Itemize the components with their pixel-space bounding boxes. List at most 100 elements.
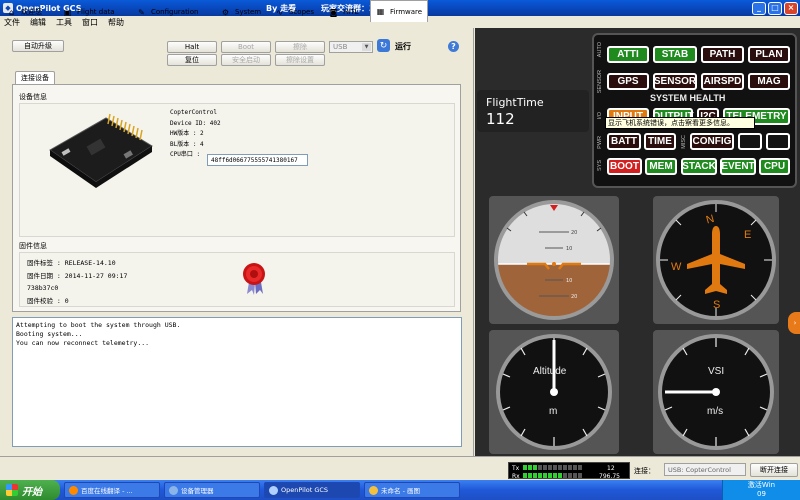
health-tooltip: 显示飞机系统错误，点击察看更多信息。 xyxy=(605,117,755,129)
health-atti[interactable]: ATTI xyxy=(607,46,649,63)
compass-gauge: N E S W xyxy=(656,200,776,320)
tab-label: Flight data xyxy=(77,8,115,16)
task-label: 未命名 - 画图 xyxy=(381,487,420,495)
halt-button[interactable]: Halt xyxy=(167,41,217,53)
connection-select[interactable]: USB: CopterControl xyxy=(664,463,746,476)
health-stab[interactable]: STAB xyxy=(653,46,697,63)
health-batt[interactable]: BATT xyxy=(607,133,641,150)
tx-value: 12 xyxy=(607,465,615,472)
pitch-tick-label: 20 xyxy=(571,294,577,300)
compass-e: E xyxy=(744,229,751,241)
wrench-icon: ✎ xyxy=(138,7,145,17)
taskbar-item[interactable]: 未命名 - 画图 xyxy=(364,482,460,498)
minimize-button[interactable]: _ xyxy=(752,1,766,15)
tab-system[interactable]: ⚙ System xyxy=(216,3,266,21)
io-side-label: I/O xyxy=(597,112,603,120)
taskbar-item[interactable]: 设备管理器 xyxy=(164,482,260,498)
sys-side-label: SYS xyxy=(597,160,603,172)
health-stack[interactable]: STACK xyxy=(681,158,717,175)
scope-icon: ∿ xyxy=(276,7,283,17)
refresh-icon[interactable]: ↻ xyxy=(377,39,390,52)
taskbar-item[interactable]: 百度在线翻译 - ... xyxy=(64,482,160,498)
bl-version: BL版本 : 4 xyxy=(170,140,204,148)
tab-connected-device[interactable]: 连接设备 xyxy=(15,71,55,84)
certified-seal-icon xyxy=(241,262,267,296)
flight-data-icon: ▣ xyxy=(63,7,72,17)
tab-label: System xyxy=(235,8,262,16)
openpilot-icon xyxy=(269,485,278,495)
home-icon: ⌂ xyxy=(8,7,15,17)
disconnect-button[interactable]: 断开连接 xyxy=(750,463,798,477)
health-plan[interactable]: PLAN xyxy=(748,46,790,63)
erase-button[interactable]: 擦除 xyxy=(275,41,325,53)
compass-w: W xyxy=(671,261,682,273)
system-tray: 激活Win 09 xyxy=(722,480,800,500)
health-misc-slot-2[interactable] xyxy=(766,133,790,150)
health-mag[interactable]: MAG xyxy=(748,73,790,90)
reset-button[interactable]: 复位 xyxy=(167,54,217,66)
firmware-date: 固件日期 : 2014-11-27 09:17 xyxy=(27,271,128,280)
windows-logo-icon xyxy=(6,484,18,496)
health-time[interactable]: TIME xyxy=(644,133,676,150)
health-cpu[interactable]: CPU xyxy=(759,158,790,175)
port-select[interactable]: USB ▼ xyxy=(329,41,373,53)
sensor-side-label: SENSOR xyxy=(597,70,603,94)
board-image xyxy=(44,110,156,192)
tab-label: Configuration xyxy=(151,8,199,16)
taskbar-item-active[interactable]: OpenPilot GCS xyxy=(264,482,360,498)
telemetry-monitor: Tx Rx 12 796.75 xyxy=(508,462,630,480)
health-misc-slot-1[interactable] xyxy=(738,133,762,150)
tab-welcome[interactable]: ⌂ 欢迎您 xyxy=(2,3,54,21)
tab-label: 欢迎您 xyxy=(21,8,42,16)
safe-boot-button[interactable]: 安全启动 xyxy=(221,54,271,66)
health-sensor[interactable]: SENSOR xyxy=(653,73,697,90)
health-event[interactable]: EVENT xyxy=(720,158,756,175)
firmware-hash: 738b37c0 xyxy=(27,284,59,292)
tab-firmware[interactable]: ▦ Firmware xyxy=(370,0,428,22)
tab-flight-data[interactable]: ▣ Flight data xyxy=(58,3,128,21)
device-name: CopterControl xyxy=(170,109,217,116)
paint-icon xyxy=(369,485,378,495)
start-button[interactable]: 开始 xyxy=(0,480,60,500)
firmware-info-title: 固件信息 xyxy=(19,242,47,250)
hw-version: HW版本 : 2 xyxy=(170,130,204,137)
firmware-tag: 固件标签 : RELEASE-14.10 xyxy=(27,259,116,267)
health-path[interactable]: PATH xyxy=(701,46,744,63)
run-label: 运行 xyxy=(395,42,411,51)
clear-settings-button[interactable]: 擦除设置 xyxy=(275,54,325,66)
rx-value: 796.75 xyxy=(599,473,620,480)
attitude-indicator: 20 10 10 20 xyxy=(494,200,614,320)
firmware-details: 固件标签 : RELEASE-14.10 固件日期 : 2014-11-27 0… xyxy=(27,257,127,307)
tab-hitl[interactable]: ◙ HITL xyxy=(324,3,368,21)
health-boot[interactable]: BOOT xyxy=(607,158,642,175)
browser-icon xyxy=(69,485,78,495)
vsi-gauge: VSI m/s xyxy=(658,334,774,450)
tray-clock: 09 xyxy=(757,490,766,498)
start-label: 开始 xyxy=(22,486,42,498)
auto-side-label: AUTO xyxy=(597,42,603,58)
side-handle-icon[interactable]: › xyxy=(788,312,800,334)
console-line: Booting system... xyxy=(16,330,83,338)
help-icon[interactable]: ? xyxy=(448,41,459,52)
health-gps[interactable]: GPS xyxy=(607,73,649,90)
cpu-serial-field[interactable]: 48ff6d066775555741380167 xyxy=(207,154,308,166)
vsi-label: VSI xyxy=(708,366,724,377)
close-button[interactable]: × xyxy=(784,1,798,15)
health-mem[interactable]: MEM xyxy=(645,158,677,175)
maximize-button[interactable]: □ xyxy=(768,1,782,15)
gamepad-icon: ◙ xyxy=(329,7,338,17)
tray-notice: 激活Win xyxy=(747,481,776,489)
boot-button[interactable]: Boot xyxy=(221,41,271,53)
health-airspd[interactable]: AIRSPD xyxy=(701,73,744,90)
tab-label: Firmware xyxy=(390,7,423,16)
output-console[interactable]: Attempting to boot the system through US… xyxy=(12,317,462,447)
health-config[interactable]: CONFIG xyxy=(690,133,734,150)
console-line: Attempting to boot the system through US… xyxy=(16,321,181,329)
auto-upgrade-button[interactable]: 自动升级 xyxy=(12,40,64,52)
flight-time-widget: FlightTime 112 xyxy=(477,90,589,132)
altitude-unit: m xyxy=(549,406,557,417)
tab-scopes[interactable]: ∿ Scopes xyxy=(270,3,320,21)
system-health-title: SYSTEM HEALTH xyxy=(650,93,726,103)
tx-label: Tx xyxy=(511,465,520,472)
tab-configuration[interactable]: ✎ Configuration xyxy=(132,3,212,21)
